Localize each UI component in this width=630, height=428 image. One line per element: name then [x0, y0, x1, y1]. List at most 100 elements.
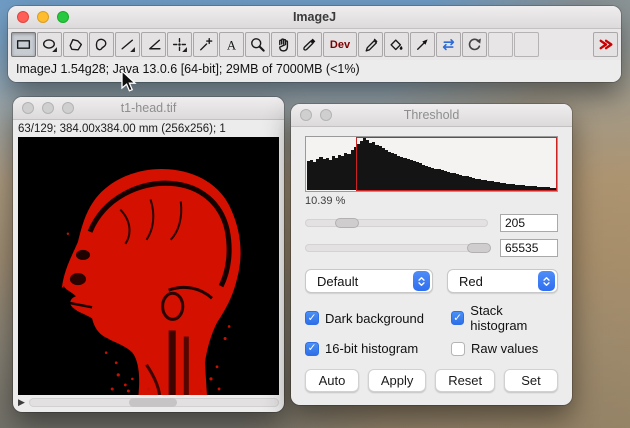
polygon-icon [69, 39, 83, 51]
apply-button[interactable]: Apply [367, 369, 427, 392]
tool-freehand[interactable] [89, 32, 114, 57]
close-button[interactable] [22, 102, 34, 114]
lower-threshold-row: 205 [305, 214, 558, 232]
imagej-main-window: ImageJ A Dev ImageJ 1.54g28; Java 13.0.6 … [8, 6, 621, 82]
tool-rectangle[interactable] [11, 32, 36, 57]
tool-flood-fill[interactable] [384, 32, 409, 57]
chevron-updown-icon [538, 271, 555, 291]
tool-dev-menu[interactable]: Dev [323, 32, 357, 57]
upper-threshold-slider[interactable] [305, 243, 491, 253]
tool-angle[interactable] [141, 32, 166, 57]
close-button[interactable] [17, 11, 29, 23]
tool-arrow[interactable] [410, 32, 435, 57]
window-controls [300, 104, 332, 126]
zoom-icon [251, 38, 265, 52]
hand-icon [279, 38, 289, 52]
threshold-histogram [305, 136, 558, 192]
checkbox-dark-background[interactable]: ✓ Dark background [305, 303, 451, 333]
set-button[interactable]: Set [503, 369, 558, 392]
tool-zoom[interactable] [245, 32, 270, 57]
rotate-icon [468, 38, 481, 51]
display-select-value: Red [459, 273, 483, 289]
lower-threshold-value[interactable]: 205 [500, 214, 558, 232]
tool-point[interactable] [167, 32, 192, 57]
svg-text:A: A [227, 38, 237, 52]
flood-fill-icon [390, 39, 403, 51]
tool-more[interactable] [593, 32, 618, 57]
threshold-red-region [356, 137, 557, 191]
tool-polygon[interactable] [63, 32, 88, 57]
checkbox-box-stack-histogram[interactable]: ✓ [451, 311, 465, 325]
imagej-titlebar[interactable]: ImageJ [8, 6, 621, 29]
dev-tool-label: Dev [329, 38, 351, 51]
image-info-line: 63/129; 384.00x384.00 mm (256x256); 1 [18, 123, 226, 135]
checkbox-stack-histogram[interactable]: ✓ Stack histogram [451, 303, 558, 333]
stack-slider[interactable] [28, 398, 279, 407]
checkbox-raw-values[interactable]: Raw values [451, 341, 558, 356]
display-select[interactable]: Red [447, 269, 558, 293]
blank-2-icon [518, 36, 535, 53]
checkbox-box-raw-values[interactable] [451, 341, 465, 356]
tool-dropper[interactable] [297, 32, 322, 57]
wand-icon [200, 37, 213, 51]
tool-hand[interactable] [271, 32, 296, 57]
tool-rotate[interactable] [462, 32, 487, 57]
reset-button[interactable]: Reset [435, 369, 496, 392]
window-controls [17, 6, 69, 28]
dropper-icon [303, 38, 316, 51]
checkbox-16-bit-histogram[interactable]: ✓ 16-bit histogram [305, 341, 451, 356]
window-title: ImageJ [292, 10, 337, 24]
close-button[interactable] [300, 109, 312, 121]
auto-button[interactable]: Auto [305, 369, 359, 392]
checkbox-label: 16-bit histogram [325, 341, 419, 356]
angle-icon [149, 39, 161, 50]
switch-icon [442, 39, 455, 51]
tool-oval[interactable] [37, 32, 62, 57]
zoom-button[interactable] [62, 102, 74, 114]
checkbox-box-dark-background[interactable]: ✓ [305, 311, 319, 325]
thresholded-head-image [19, 137, 278, 395]
threshold-window: Threshold 10.39 % 205 65535 Default Red … [291, 104, 572, 405]
tool-line[interactable] [115, 32, 140, 57]
checkbox-grid: ✓ Dark background ✓ Stack histogram ✓ 16-bit … [305, 303, 558, 356]
tool-switch[interactable] [436, 32, 461, 57]
more-icon [599, 39, 613, 50]
minimize-button[interactable] [320, 109, 332, 121]
image-window-titlebar[interactable]: t1-head.tif [13, 97, 284, 120]
chevron-updown-icon [413, 271, 430, 291]
tool-text[interactable]: A [219, 32, 244, 57]
arrow-icon [417, 39, 428, 50]
lower-threshold-thumb[interactable] [335, 218, 360, 228]
play-icon[interactable]: ▶ [18, 398, 25, 407]
stack-slider-row: ▶ [13, 395, 284, 412]
method-select[interactable]: Default [305, 269, 433, 293]
threshold-titlebar[interactable]: Threshold [291, 104, 572, 127]
oval-icon [42, 39, 57, 52]
window-title: Threshold [403, 108, 460, 122]
method-select-value: Default [317, 273, 359, 289]
window-controls [22, 97, 74, 119]
line-icon [121, 39, 135, 52]
threshold-percent: 10.39 % [305, 195, 346, 207]
tool-blank-2-slot [514, 32, 539, 57]
window-title: t1-head.tif [120, 101, 177, 115]
checkbox-box-16-bit-histogram[interactable]: ✓ [305, 341, 319, 356]
stack-slider-thumb[interactable] [128, 398, 177, 407]
minimize-button[interactable] [37, 11, 49, 23]
lower-threshold-slider[interactable] [305, 218, 488, 228]
mri-image-canvas[interactable] [18, 137, 279, 395]
mouse-cursor [121, 70, 137, 92]
upper-threshold-thumb[interactable] [466, 243, 491, 253]
image-window: t1-head.tif 63/129; 384.00x384.00 mm (25… [13, 97, 284, 412]
toolbar: A Dev [8, 29, 621, 60]
checkbox-label: Raw values [471, 341, 539, 356]
threshold-buttons-row: Auto Apply Reset Set [305, 369, 558, 392]
upper-threshold-value[interactable]: 65535 [500, 239, 558, 257]
tool-pencil[interactable] [358, 32, 383, 57]
minimize-button[interactable] [42, 102, 54, 114]
rectangle-icon [16, 40, 31, 49]
zoom-button[interactable] [57, 11, 69, 23]
point-icon [172, 37, 187, 52]
tool-wand[interactable] [193, 32, 218, 57]
blank-1-icon [492, 36, 509, 53]
